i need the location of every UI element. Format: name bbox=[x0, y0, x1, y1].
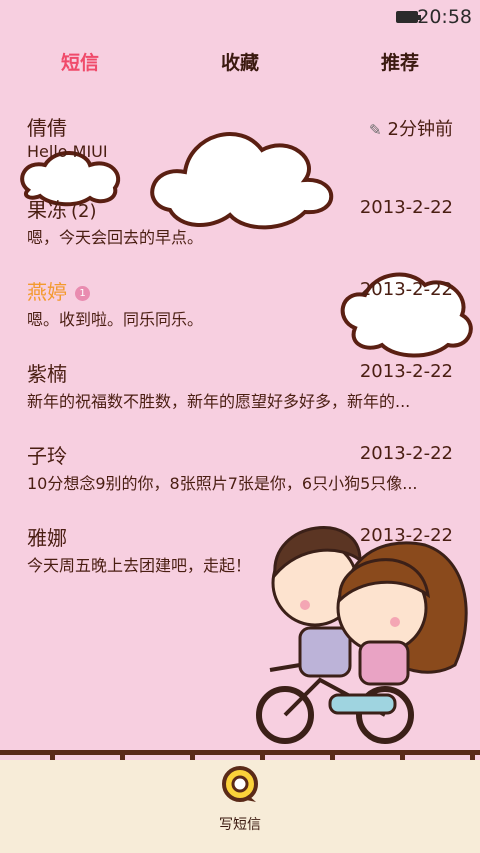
unread-badge: 1 bbox=[75, 286, 90, 301]
list-item[interactable]: 果冻 (2) 2013-2-22 嗯，今天会回去的早点。 bbox=[0, 182, 480, 264]
message-preview: 嗯。收到啦。同乐同乐。 bbox=[27, 310, 204, 329]
message-time: 2013-2-22 bbox=[359, 443, 453, 464]
message-time: 2013-2-22 bbox=[359, 279, 453, 300]
pencil-icon: ✎ bbox=[368, 121, 382, 139]
message-time: 2013-2-22 bbox=[359, 197, 453, 218]
message-time: 2013-2-22 bbox=[359, 525, 453, 546]
list-item[interactable]: 紫楠 2013-2-22 新年的祝福数不胜数，新年的愿望好多好多，新年的... bbox=[0, 346, 480, 428]
contact-name: 果冻 (2) bbox=[27, 198, 97, 222]
contact-name: 燕婷 1 bbox=[27, 276, 90, 305]
message-time: 2013-2-22 bbox=[359, 361, 453, 382]
message-preview: 今天周五晚上去团建吧，走起！ bbox=[27, 556, 252, 575]
contact-name: 紫楠 bbox=[27, 362, 67, 386]
list-item[interactable]: 倩倩 ✎ 2分钟前 Hello MIUI bbox=[0, 100, 480, 182]
message-preview: Hello MIUI bbox=[27, 142, 108, 161]
compose-icon bbox=[222, 766, 258, 802]
contact-name: 倩倩 bbox=[27, 116, 67, 140]
compose-button[interactable]: 写短信 bbox=[210, 762, 270, 833]
message-count: (2) bbox=[71, 201, 97, 222]
compose-label: 写短信 bbox=[219, 817, 261, 833]
contact-name: 子玲 bbox=[27, 444, 67, 468]
message-preview: 10分想念9别的你，8张照片7张是你，6只小狗5只像... bbox=[27, 474, 418, 493]
list-item[interactable]: 燕婷 1 2013-2-22 嗯。收到啦。同乐同乐。 bbox=[0, 264, 480, 346]
message-preview: 嗯，今天会回去的早点。 bbox=[27, 228, 204, 247]
contact-name: 雅娜 bbox=[27, 526, 67, 550]
message-preview: 新年的祝福数不胜数，新年的愿望好多好多，新年的... bbox=[27, 392, 411, 411]
list-item[interactable]: 子玲 2013-2-22 10分想念9别的你，8张照片7张是你，6只小狗5只像.… bbox=[0, 428, 480, 510]
message-time: ✎ 2分钟前 bbox=[368, 119, 453, 140]
list-item[interactable]: 雅娜 2013-2-22 今天周五晚上去团建吧，走起！ bbox=[0, 510, 480, 592]
